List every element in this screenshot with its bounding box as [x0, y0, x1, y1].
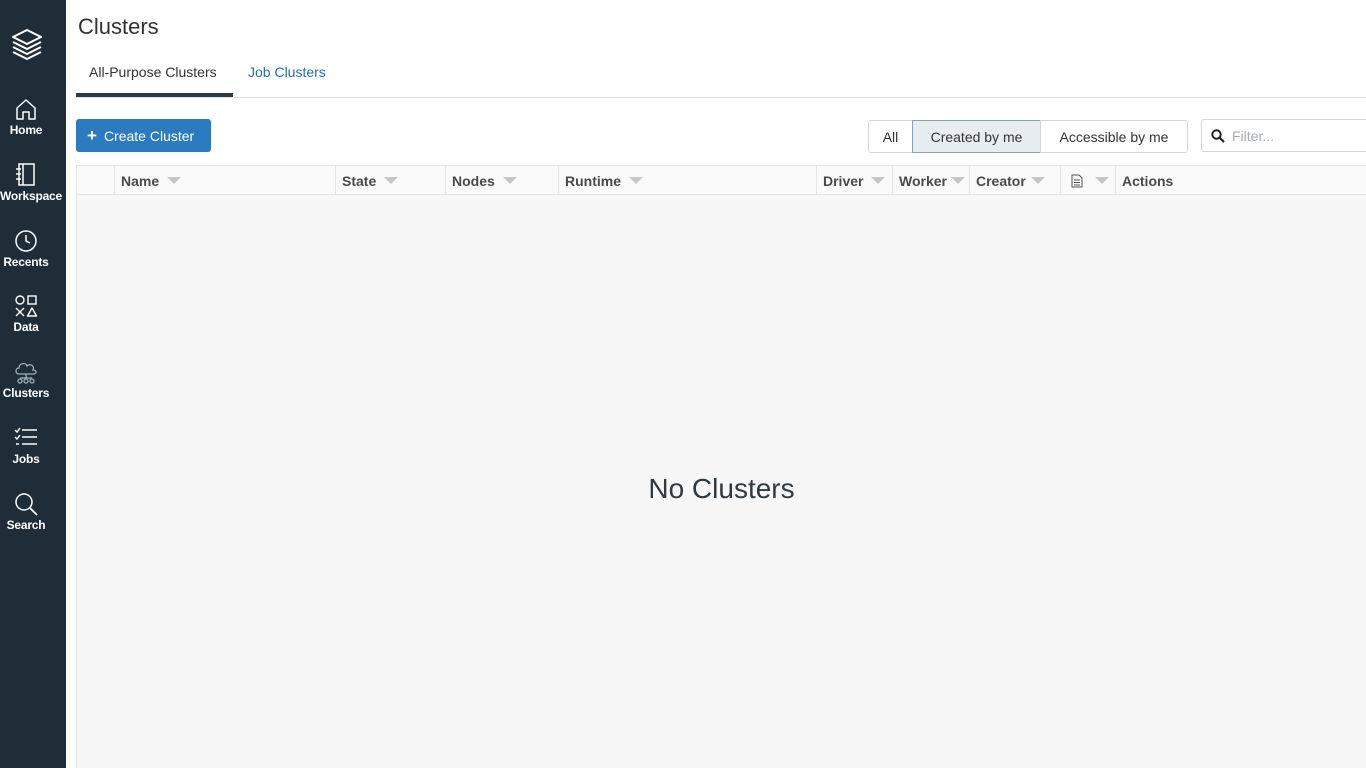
column-header-name[interactable]: Name	[115, 166, 336, 195]
column-header-actions: Actions	[1116, 166, 1366, 195]
column-header-driver[interactable]: Driver	[817, 166, 893, 195]
sidebar-item-workspace[interactable]: Workspace	[0, 162, 63, 203]
clock-icon	[15, 230, 37, 252]
column-header-notebooks[interactable]	[1061, 166, 1116, 195]
sidebar-item-jobs[interactable]: Jobs	[0, 425, 52, 466]
sidebar-item-label: Home	[9, 123, 43, 137]
jobs-list-icon	[14, 427, 37, 445]
column-header-creator[interactable]: Creator	[970, 166, 1061, 195]
filter-all-button[interactable]: All	[868, 120, 913, 153]
sidebar-item-label: Search	[6, 518, 46, 532]
clusters-table: Name State Nodes Runtime Driver Worker C…	[76, 165, 1366, 768]
create-cluster-button[interactable]: + Create Cluster	[76, 119, 211, 152]
sort-caret-icon	[1030, 177, 1045, 184]
sidebar-item-search[interactable]: Search	[0, 491, 52, 532]
filter-box	[1201, 119, 1366, 152]
sort-caret-icon	[167, 177, 182, 184]
sidebar: Home Workspace Recents Data Clusters Job…	[0, 0, 66, 768]
sort-caret-icon	[502, 177, 517, 184]
sidebar-item-label: Recents	[3, 255, 49, 269]
sidebar-item-label: Data	[13, 320, 39, 334]
sort-caret-icon	[871, 177, 886, 184]
home-icon	[16, 99, 36, 120]
column-header-label: Actions	[1122, 172, 1174, 189]
clusters-cloud-icon	[15, 362, 37, 384]
column-header-label: State	[342, 172, 377, 189]
create-cluster-label: Create Cluster	[103, 127, 195, 144]
sort-caret-icon	[950, 177, 965, 184]
sort-caret-icon	[1095, 177, 1109, 184]
column-header-label: Creator	[976, 172, 1026, 189]
search-icon	[15, 493, 38, 516]
document-icon	[1071, 174, 1083, 187]
sidebar-item-data[interactable]: Data	[0, 293, 52, 334]
column-header-status	[77, 166, 115, 195]
column-header-label: Nodes	[452, 172, 495, 189]
plus-icon: +	[87, 126, 97, 145]
column-header-nodes[interactable]: Nodes	[446, 166, 559, 195]
data-shapes-icon	[15, 295, 38, 317]
page-title: Clusters	[78, 14, 159, 39]
column-header-label: Name	[121, 172, 160, 189]
active-tab-indicator	[76, 93, 233, 97]
sidebar-item-recents[interactable]: Recents	[0, 228, 52, 269]
layers-logo-icon[interactable]	[9, 26, 45, 62]
filter-created-by-me-button[interactable]: Created by me	[912, 120, 1041, 153]
column-header-label: Runtime	[565, 172, 621, 189]
sidebar-item-home[interactable]: Home	[0, 96, 52, 137]
filter-input[interactable]	[1232, 126, 1362, 146]
tab-job-clusters[interactable]: Job Clusters	[248, 64, 326, 80]
filter-accessible-by-me-button[interactable]: Accessible by me	[1040, 120, 1188, 153]
column-header-label: Worker	[899, 172, 947, 189]
workspace-icon	[16, 163, 35, 186]
sidebar-item-label: Clusters	[2, 386, 50, 400]
column-header-worker[interactable]: Worker	[893, 166, 970, 195]
cluster-tabs: All-Purpose Clusters Job Clusters	[76, 52, 1366, 98]
search-icon	[1211, 129, 1225, 143]
tab-all-purpose-clusters[interactable]: All-Purpose Clusters	[89, 64, 217, 80]
sort-caret-icon	[384, 177, 399, 184]
sort-caret-icon	[629, 177, 643, 184]
sidebar-item-clusters[interactable]: Clusters	[0, 359, 52, 400]
column-header-state[interactable]: State	[336, 166, 446, 195]
column-header-label: Driver	[823, 172, 864, 189]
column-header-runtime[interactable]: Runtime	[559, 166, 817, 195]
empty-state-message: No Clusters	[648, 473, 795, 504]
sidebar-item-label: Workspace	[0, 189, 63, 203]
table-header: Name State Nodes Runtime Driver Worker C…	[77, 165, 1366, 195]
sidebar-item-label: Jobs	[12, 452, 40, 466]
